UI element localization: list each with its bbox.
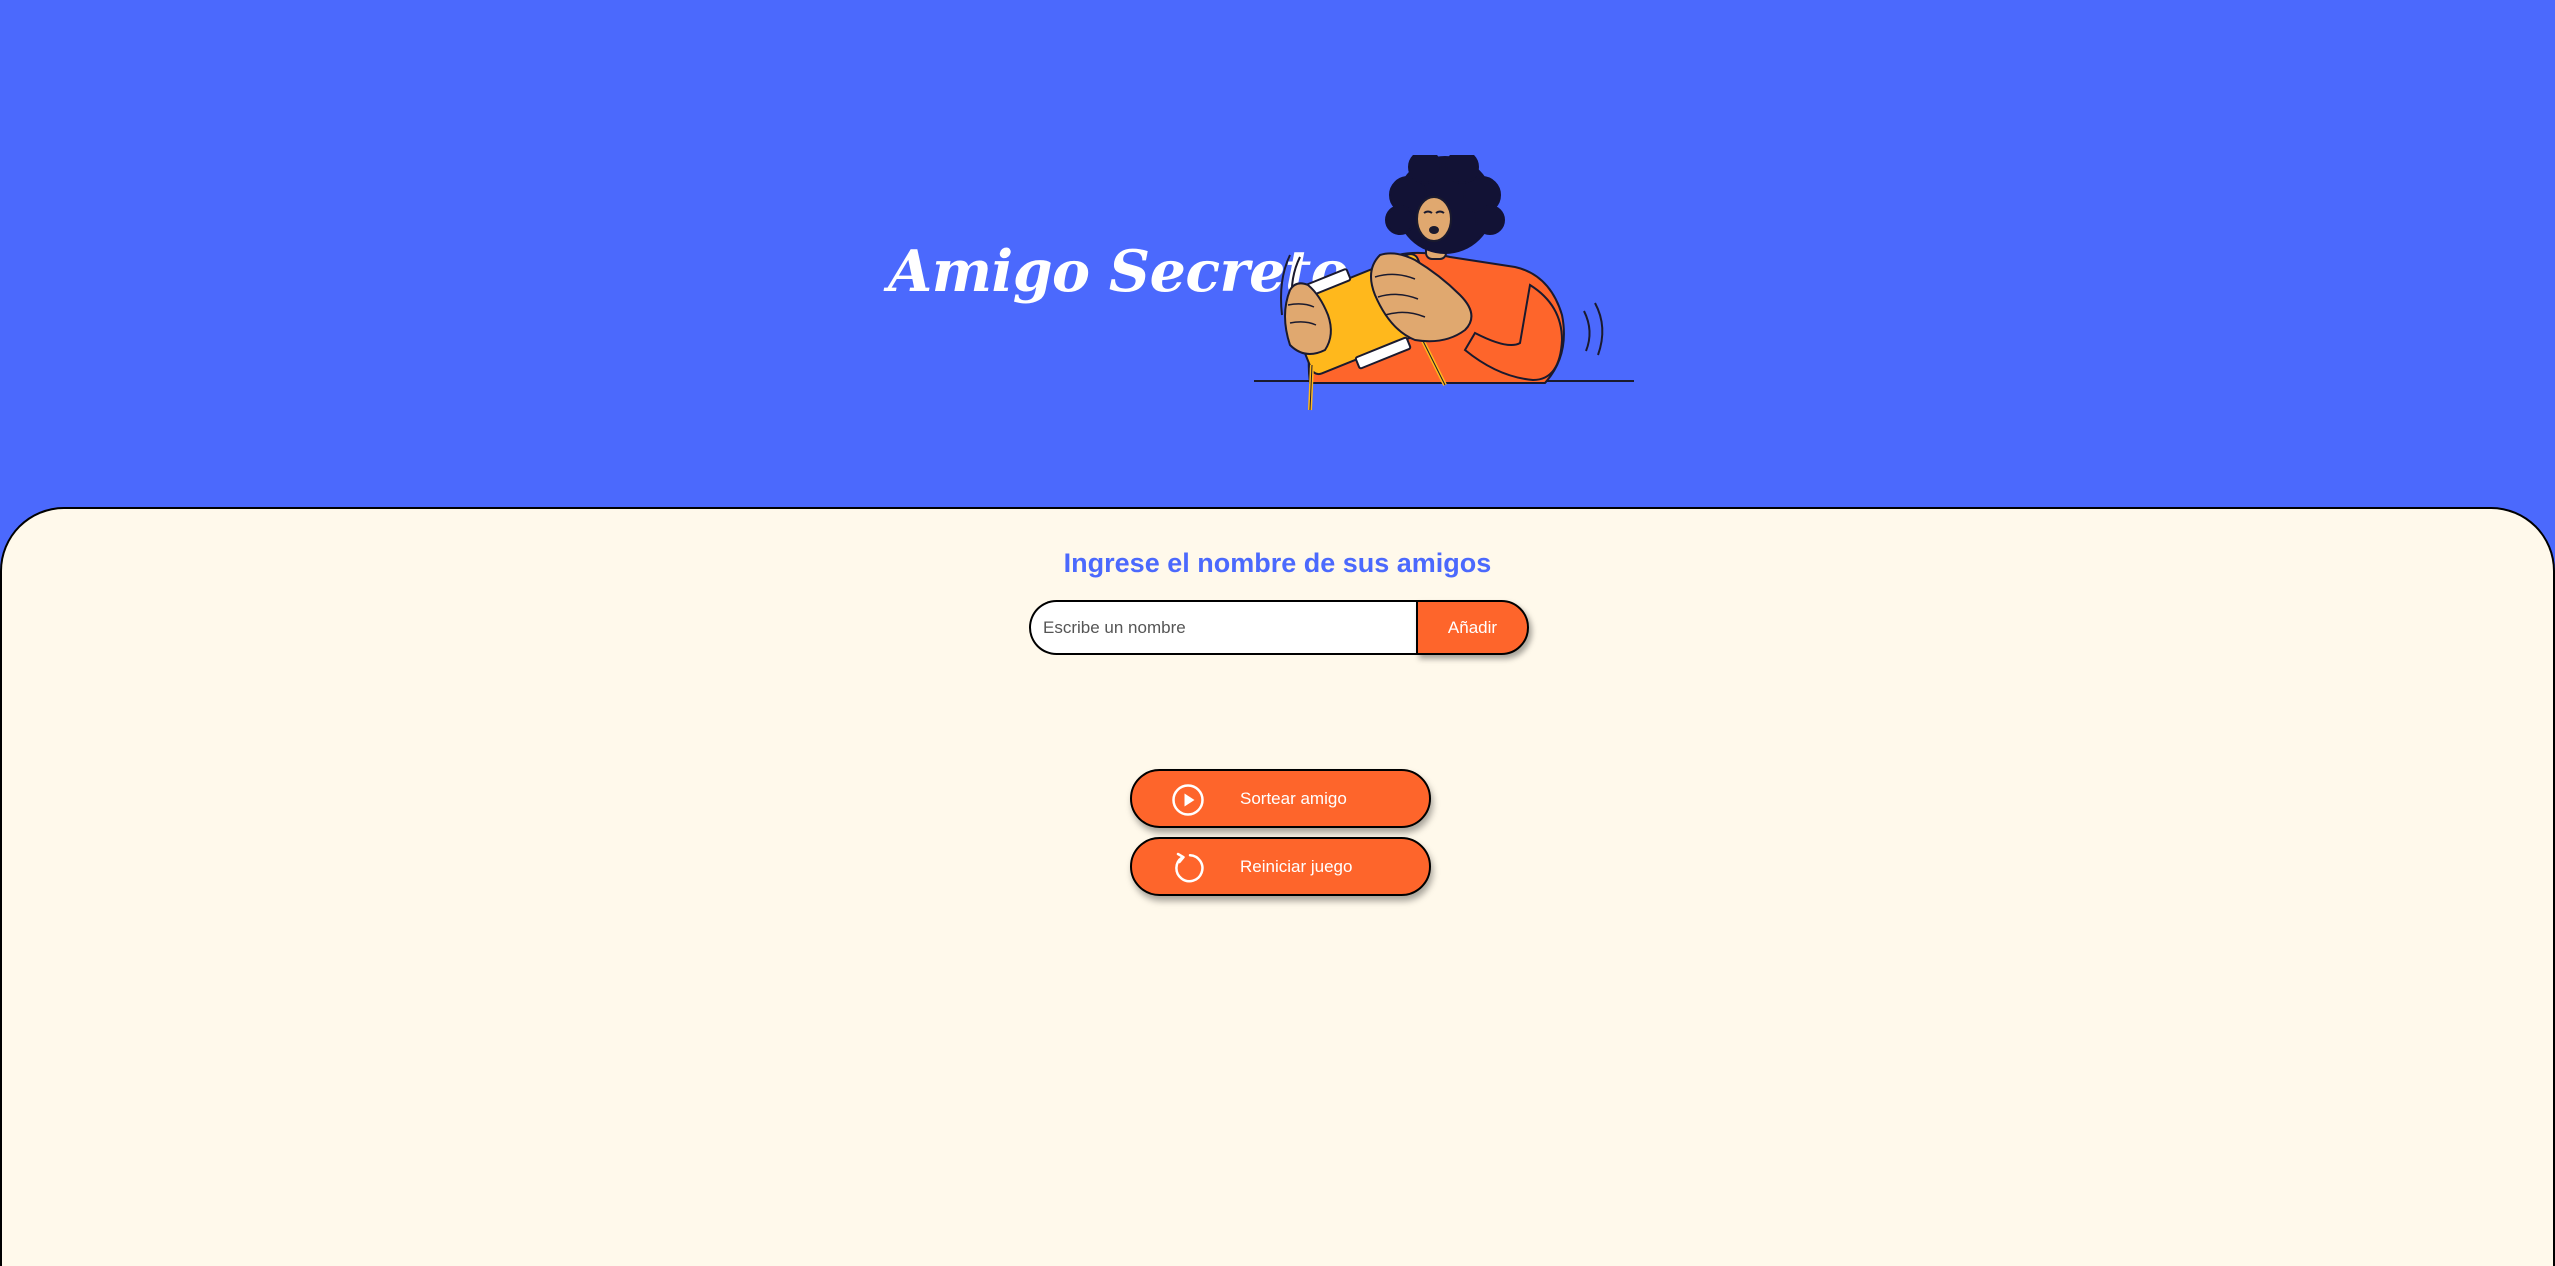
header-banner: Amigo Secreto	[0, 0, 2555, 508]
friend-name-input[interactable]	[1029, 600, 1418, 655]
reset-game-label: Reiniciar juego	[1240, 857, 1353, 876]
main-panel: Ingrese el nombre de sus amigos Añadir S…	[0, 507, 2555, 1266]
draw-friend-button[interactable]: Sortear amigo	[1130, 769, 1431, 828]
section-title: Ingrese el nombre de sus amigos	[1063, 548, 1492, 578]
person-with-game-console-illustration	[1254, 155, 1634, 411]
refresh-icon	[1175, 852, 1204, 883]
play-circle-icon	[1172, 784, 1204, 816]
friends-list	[1029, 679, 1529, 759]
add-friend-button[interactable]: Añadir	[1416, 600, 1529, 655]
draw-friend-label: Sortear amigo	[1240, 789, 1347, 808]
add-friend-form: Añadir	[1029, 600, 1529, 655]
reset-game-button[interactable]: Reiniciar juego	[1130, 837, 1431, 896]
